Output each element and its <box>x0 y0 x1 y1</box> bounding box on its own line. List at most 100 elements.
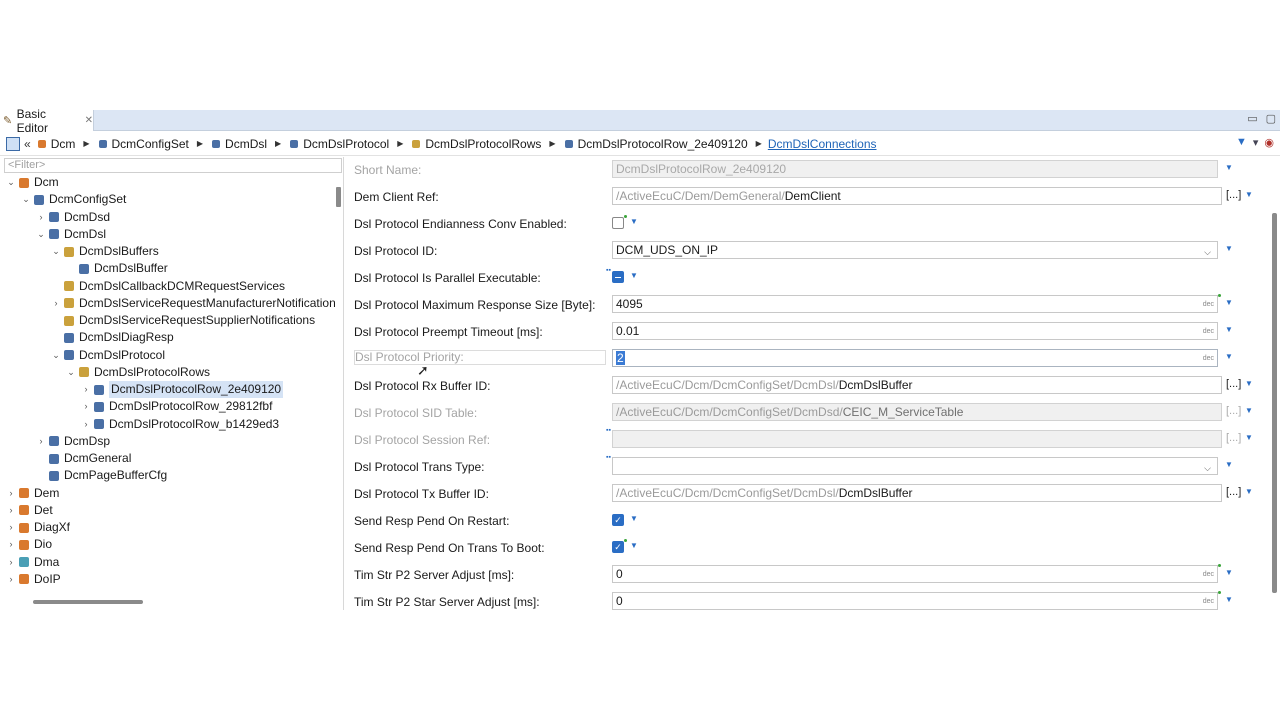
options-dropdown-icon[interactable]: ▼ <box>1225 325 1233 334</box>
chevron-right-icon[interactable]: › <box>6 485 16 502</box>
number-format-tag[interactable]: dec <box>1203 297 1214 312</box>
protocol-id-select[interactable]: DCM_UDS_ON_IP ⌵ <box>612 241 1218 259</box>
chevron-right-icon[interactable]: › <box>51 295 61 312</box>
toggle-tree-icon[interactable] <box>6 136 20 151</box>
chevron-down-icon[interactable]: ⌄ <box>36 226 46 243</box>
options-dropdown-icon[interactable]: ▼ <box>630 217 638 226</box>
chevron-right-icon[interactable]: ▶ <box>756 139 762 148</box>
options-dropdown-icon[interactable]: ▼ <box>1245 487 1253 496</box>
chevron-right-icon[interactable]: › <box>6 571 16 588</box>
chevron-right-icon[interactable]: ▶ <box>275 139 281 148</box>
breadcrumb-item-dcmdslprotocol[interactable]: DcmDslProtocol ▶ <box>287 137 403 151</box>
chevron-right-icon[interactable]: › <box>81 398 91 415</box>
browse-button[interactable]: [...] <box>1226 432 1241 444</box>
number-format-tag[interactable]: dec <box>1203 594 1214 609</box>
number-format-tag[interactable]: dec <box>1203 567 1214 582</box>
tree-item[interactable]: › DcmDslProtocolRow_2e409120 <box>81 381 284 398</box>
options-dropdown-icon[interactable]: ▼ <box>1225 460 1233 469</box>
tree-filter-input[interactable]: <Filter> <box>4 158 342 173</box>
preempt-timeout-input[interactable]: 0.01 dec <box>612 322 1218 340</box>
tree-item[interactable]: DcmDslCallbackDCMRequestServices <box>51 278 285 295</box>
number-format-tag[interactable]: dec <box>1203 351 1214 366</box>
p2-server-adjust-input[interactable]: 0 dec <box>612 565 1218 583</box>
session-ref-input[interactable] <box>612 430 1222 448</box>
tree-item[interactable]: › DoIP <box>6 571 61 588</box>
chevron-down-icon[interactable]: ⌄ <box>51 347 61 364</box>
resp-pend-boot-checkbox[interactable]: ✓ <box>612 541 624 553</box>
filter-icon[interactable]: ▼ <box>1236 136 1247 149</box>
tree-item[interactable]: DcmDslDiagResp <box>51 329 174 346</box>
tree-item[interactable]: ⌄ DcmConfigSet <box>21 191 126 208</box>
history-back-button[interactable]: « <box>24 137 31 151</box>
chevron-right-icon[interactable]: › <box>36 209 46 226</box>
options-dropdown-icon[interactable]: ▼ <box>1245 379 1253 388</box>
validation-shield-icon[interactable]: ◉ <box>1264 136 1274 149</box>
breadcrumb-item-protocolrow[interactable]: DcmDslProtocolRow_2e409120 ▶ <box>562 137 762 151</box>
scrollbar-thumb[interactable] <box>33 600 143 604</box>
breadcrumb-item-dcmconfigset[interactable]: DcmConfigSet ▶ <box>96 137 203 151</box>
chevron-right-icon[interactable]: › <box>36 433 46 450</box>
tree-item[interactable]: ⌄ DcmDslBuffers <box>51 243 159 260</box>
options-dropdown-icon[interactable]: ▼ <box>1245 190 1253 199</box>
chevron-down-icon[interactable]: ⌄ <box>21 191 31 208</box>
chevron-down-icon[interactable]: ⌄ <box>66 364 76 381</box>
tree-item[interactable]: › Dio <box>6 536 53 553</box>
scrollbar-thumb[interactable] <box>1272 213 1277 593</box>
breadcrumb-link-dcmdslconnections[interactable]: DcmDslConnections <box>768 137 877 151</box>
tree-item[interactable]: DcmGeneral <box>36 450 131 467</box>
browse-button[interactable]: [...] <box>1226 486 1241 498</box>
p2-star-server-adjust-input[interactable]: 0 dec <box>612 592 1218 610</box>
priority-input[interactable]: 2 dec <box>612 349 1218 367</box>
chevron-right-icon[interactable]: › <box>6 502 16 519</box>
chevron-right-icon[interactable]: ▶ <box>397 139 403 148</box>
options-dropdown-icon[interactable]: ▼ <box>1225 244 1233 253</box>
tree-item[interactable]: ⌄ DcmDslProtocolRows <box>66 364 210 381</box>
max-response-size-input[interactable]: 4095 dec <box>612 295 1218 313</box>
tree-item[interactable]: ⌄ DcmDsl <box>36 226 106 243</box>
chevron-down-icon[interactable]: ⌄ <box>6 174 16 191</box>
options-dropdown-icon[interactable]: ▼ <box>630 514 638 523</box>
tree-item[interactable]: › DiagXf <box>6 519 71 536</box>
tree-item[interactable]: › DcmDsp <box>36 433 111 450</box>
chevron-right-icon[interactable]: ▶ <box>549 139 555 148</box>
tree-item[interactable]: › Dem <box>6 485 60 502</box>
tree-item[interactable]: ⌄ Dcm <box>6 174 58 191</box>
tree-item[interactable]: DcmDslServiceRequestSupplierNotification… <box>51 312 315 329</box>
options-dropdown-icon[interactable]: ▼ <box>1225 568 1233 577</box>
dem-client-ref-input[interactable]: /ActiveEcuC/Dem/DemGeneral/DemClient <box>612 187 1222 205</box>
close-icon[interactable]: ✕ <box>85 115 93 126</box>
chevron-right-icon[interactable]: › <box>81 381 91 398</box>
tree-item[interactable]: › DcmDslServiceRequestManufacturerNotific… <box>51 295 336 312</box>
form-vertical-scrollbar[interactable] <box>1272 158 1278 598</box>
tree-item[interactable]: DcmPageBufferCfg <box>36 467 167 484</box>
rx-buffer-input[interactable]: /ActiveEcuC/Dcm/DcmConfigSet/DcmDsl/DcmD… <box>612 376 1222 394</box>
tree-item[interactable]: DcmDslBuffer <box>66 260 168 277</box>
chevron-right-icon[interactable]: › <box>81 416 91 433</box>
tree-horizontal-scrollbar[interactable] <box>5 597 335 607</box>
breadcrumb-item-dcm[interactable]: Dcm ▶ <box>35 137 90 151</box>
chevron-down-icon[interactable]: ⌄ <box>51 243 61 260</box>
tree-vertical-scrollbar[interactable] <box>336 187 341 207</box>
parallel-checkbox[interactable] <box>612 271 624 283</box>
browse-button[interactable]: [...] <box>1226 378 1241 390</box>
options-dropdown-icon[interactable]: ▼ <box>1225 595 1233 604</box>
chevron-down-icon[interactable]: ⌵ <box>1204 460 1211 474</box>
options-dropdown-icon[interactable]: ▼ <box>1225 163 1233 172</box>
chevron-right-icon[interactable]: › <box>6 536 16 553</box>
minimize-button[interactable]: ▭ <box>1247 112 1257 125</box>
resp-pend-restart-checkbox[interactable]: ✓ <box>612 514 624 526</box>
tree-item[interactable]: › DcmDslProtocolRow_b1429ed3 <box>81 416 280 433</box>
breadcrumb-item-dcmdslprotocolrows[interactable]: DcmDslProtocolRows ▶ <box>409 137 556 151</box>
view-menu-icon[interactable]: ▾ <box>1253 136 1259 149</box>
options-dropdown-icon[interactable]: ▼ <box>1225 352 1233 361</box>
breadcrumb-item-dcmdsl[interactable]: DcmDsl ▶ <box>209 137 281 151</box>
trans-type-select[interactable]: ⌵ <box>612 457 1218 475</box>
options-dropdown-icon[interactable]: ▼ <box>630 271 638 280</box>
short-name-input[interactable]: DcmDslProtocolRow_2e409120 <box>612 160 1218 178</box>
number-format-tag[interactable]: dec <box>1203 324 1214 339</box>
chevron-right-icon[interactable]: › <box>6 554 16 571</box>
endianness-checkbox[interactable] <box>612 217 624 229</box>
tree-item[interactable]: › DcmDsd <box>36 209 111 226</box>
tree-item[interactable]: ⌄ DcmDslProtocol <box>51 347 165 364</box>
browse-button[interactable]: [...] <box>1226 189 1241 201</box>
